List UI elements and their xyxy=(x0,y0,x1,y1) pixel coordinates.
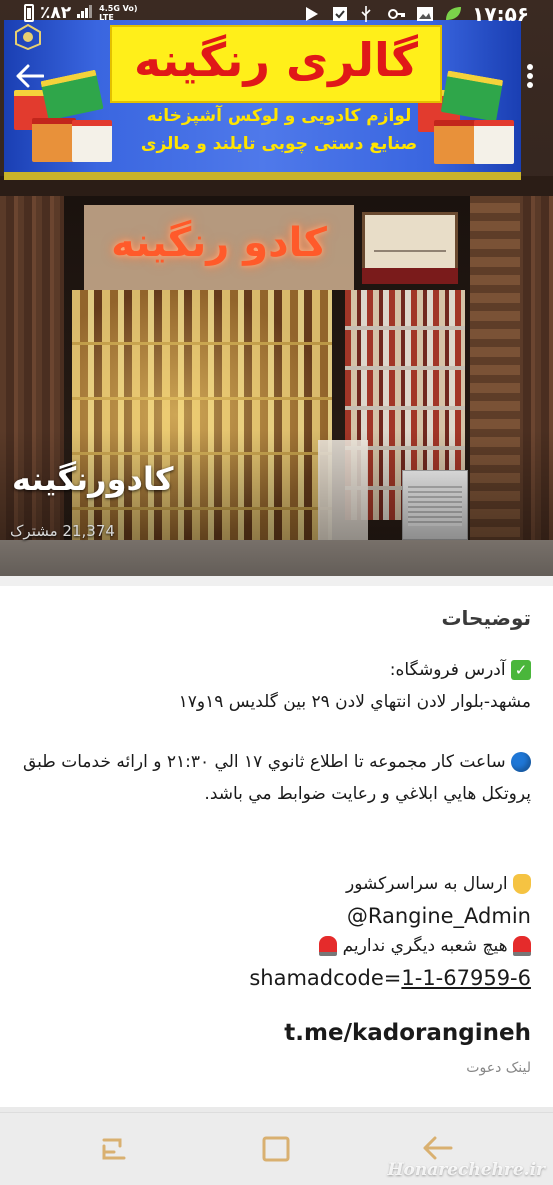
no-branch-text: هيچ شعبه ديگري نداريم xyxy=(342,936,508,956)
shipping-text: ارسال به سراسرکشور xyxy=(346,874,508,894)
pointing-down-icon xyxy=(513,874,531,894)
hours-text: ساعت كار مجموعه تا اطلاع ثانوي ۱۷ الي ۲۱… xyxy=(22,752,531,804)
gift-box-icon xyxy=(434,120,476,164)
status-bar: ٪۸۲ 4.5G Vo) LTE ۱۷:۵۶ xyxy=(0,0,553,26)
back-button[interactable] xyxy=(8,56,52,100)
brand-logo-icon xyxy=(14,23,42,51)
gift-box-icon xyxy=(474,120,514,164)
key-icon xyxy=(388,6,406,22)
description-heading: توضیحات xyxy=(441,606,531,630)
channel-title: کادورنگینه xyxy=(12,460,174,498)
cover-gradient xyxy=(0,430,553,576)
leaf-app-icon xyxy=(444,6,462,22)
blue-circle-icon xyxy=(511,752,531,772)
image-icon xyxy=(416,6,434,22)
home-square-icon xyxy=(260,1134,292,1168)
home-button[interactable] xyxy=(256,1131,296,1171)
neon-sign-text: کادو رنگینه xyxy=(111,220,327,266)
clock: ۱۷:۵۶ xyxy=(472,2,529,26)
admin-handle[interactable]: @Rangine_Admin xyxy=(22,900,531,932)
checkbox-icon xyxy=(332,6,348,22)
site-watermark: Honarechehre.ir xyxy=(387,1160,545,1180)
channel-info-panel: توضیحات ✓ آدرس فروشگاه: مشهد-بلوار لادن … xyxy=(0,576,553,1112)
address-text: مشهد-بلوار لادن انتهاي لادن ۲۹ بين گلديس… xyxy=(178,692,531,712)
battery-icon xyxy=(24,4,34,22)
shipping-row: ارسال به سراسرکشور xyxy=(22,868,531,900)
invite-link-caption: لینک دعوت xyxy=(466,1060,531,1076)
sign-title: گالری رنگینه xyxy=(133,33,419,87)
sign-subtitle-1: لوازم کادویی و لوکس آشپزخانه xyxy=(146,106,412,126)
check-mark-icon: ✓ xyxy=(511,660,531,680)
arrow-left-icon xyxy=(16,64,45,92)
address-label: آدرس فروشگاه: xyxy=(389,660,506,680)
status-right: ۱۷:۵۶ xyxy=(304,2,529,26)
gift-box-icon xyxy=(72,120,112,162)
usb-icon xyxy=(360,6,376,22)
address-label-row: ✓ آدرس فروشگاه: xyxy=(22,654,531,686)
shamad-code-link[interactable]: 1-1-67959-6 xyxy=(401,966,531,990)
siren-icon xyxy=(319,936,338,956)
no-branch-row: هيچ شعبه ديگري نداريم xyxy=(22,930,531,962)
more-options-button[interactable] xyxy=(510,56,550,100)
network-type-top: 4.5G Vo) xyxy=(99,4,138,13)
network-type-bottom: LTE xyxy=(99,13,114,22)
subscriber-count: 21,374 مشترک xyxy=(10,522,115,540)
play-store-icon xyxy=(304,6,320,22)
siren-icon xyxy=(513,936,531,956)
sign-subtitle-2: صنایع دستی چوبی تایلند و مالزی xyxy=(140,134,418,154)
hours-row: ساعت كار مجموعه تا اطلاع ثانوي ۱۷ الي ۲۱… xyxy=(22,746,531,810)
more-vertical-icon xyxy=(526,63,534,93)
network-type: 4.5G Vo) LTE xyxy=(99,4,137,22)
shamad-row: shamadcode=1-1-67959-6 xyxy=(22,962,531,994)
recent-apps-icon xyxy=(98,1134,130,1168)
plaque-phone-strip xyxy=(362,268,458,284)
recent-apps-button[interactable] xyxy=(94,1131,134,1171)
calligraphy-stroke xyxy=(374,226,446,252)
battery-percent: ٪۸۲ xyxy=(40,3,72,23)
shamad-prefix: shamadcode= xyxy=(249,966,402,990)
signal-icon xyxy=(77,4,93,22)
invite-link[interactable]: t.me/kadorangineh xyxy=(284,1020,531,1046)
shop-signboard: گالری رنگینه لوازم کادویی و لوکس آشپزخان… xyxy=(4,20,521,180)
status-left: ٪۸۲ 4.5G Vo) LTE xyxy=(24,3,138,23)
sign-title-box: گالری رنگینه xyxy=(110,25,442,103)
gift-box-icon xyxy=(32,118,76,162)
panel-top-divider xyxy=(0,576,553,586)
